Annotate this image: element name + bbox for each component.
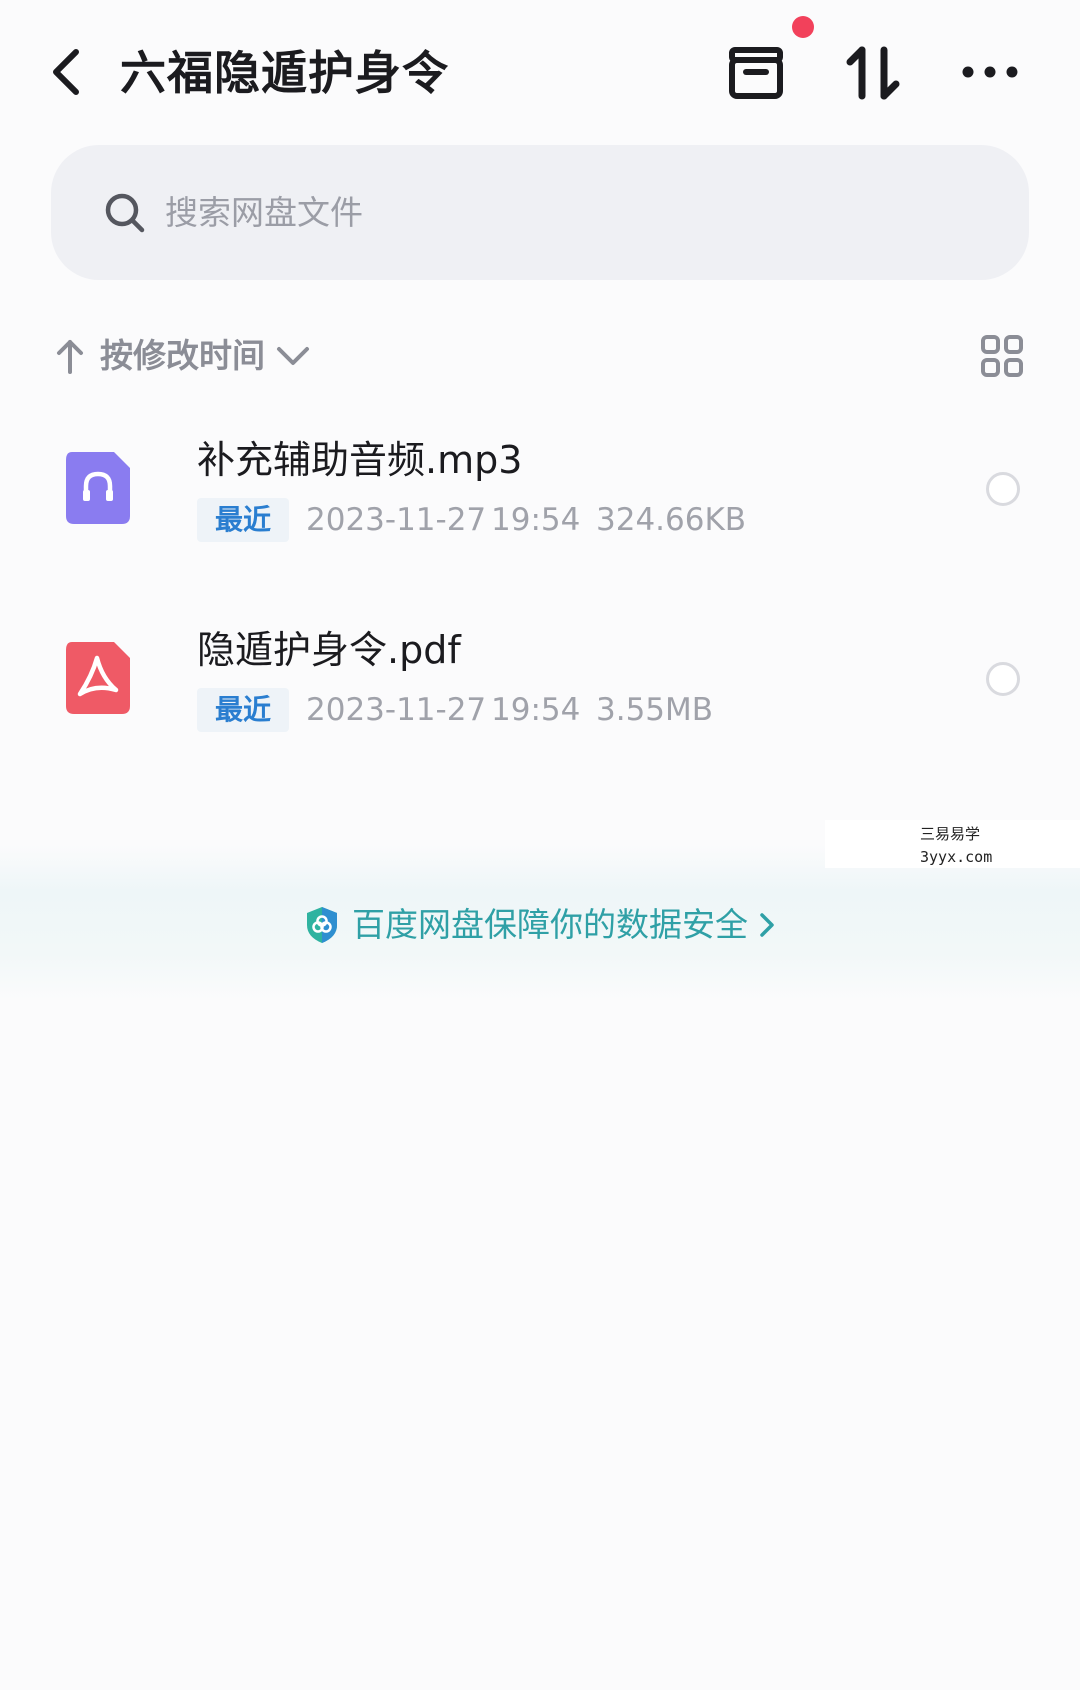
- security-banner-text: 百度网盘保障你的数据安全: [352, 905, 748, 944]
- more-button[interactable]: [960, 50, 1020, 94]
- transfer-list-button[interactable]: [842, 38, 908, 106]
- list-item[interactable]: 补充辅助音频.mp3 最近 2023-11-27 19:54 324.66KB: [0, 420, 1080, 600]
- chevron-down-icon: [277, 347, 309, 365]
- box-icon: [729, 47, 783, 99]
- sort-transfer-icon: [846, 46, 900, 100]
- notification-dot: [792, 16, 814, 38]
- list-item[interactable]: 隐遁护身令.pdf 最近 2023-11-27 19:54 3.55MB: [0, 610, 1080, 790]
- page-title: 六福隐遁护身令: [120, 46, 449, 100]
- more-icon: [962, 66, 1018, 78]
- file-size: 324.66KB: [596, 502, 747, 538]
- back-arrow-icon: [53, 49, 79, 95]
- chevron-right-icon: [760, 913, 774, 937]
- file-name: 补充辅助音频.mp3: [197, 438, 523, 482]
- audio-file-icon: [66, 452, 130, 524]
- recent-badge: 最近: [197, 688, 289, 732]
- security-banner-link[interactable]: 百度网盘保障你的数据安全: [0, 895, 1080, 955]
- shield-icon: [307, 907, 337, 943]
- sort-selector[interactable]: 按修改时间: [54, 330, 311, 382]
- select-checkbox[interactable]: [986, 662, 1020, 696]
- view-toggle-button[interactable]: [980, 334, 1024, 378]
- watermark-url: 3yyx.com: [920, 848, 993, 866]
- sort-label: 按修改时间: [100, 336, 265, 375]
- select-checkbox[interactable]: [986, 472, 1020, 506]
- search-placeholder: 搜索网盘文件: [165, 193, 363, 232]
- recent-badge: 最近: [197, 498, 289, 542]
- search-icon: [104, 192, 146, 234]
- file-name: 隐遁护身令.pdf: [197, 628, 461, 672]
- file-size: 3.55MB: [596, 692, 714, 728]
- watermark-text: 三易易学: [920, 825, 981, 843]
- pdf-file-icon: [66, 642, 130, 714]
- file-time: 19:54: [491, 502, 581, 538]
- back-button[interactable]: [40, 34, 96, 110]
- file-time: 19:54: [491, 692, 581, 728]
- arrow-up-icon: [57, 340, 83, 374]
- transfer-box-button[interactable]: [722, 40, 792, 104]
- file-date: 2023-11-27: [306, 692, 487, 728]
- grid-view-icon: [981, 335, 1023, 377]
- file-date: 2023-11-27: [306, 502, 487, 538]
